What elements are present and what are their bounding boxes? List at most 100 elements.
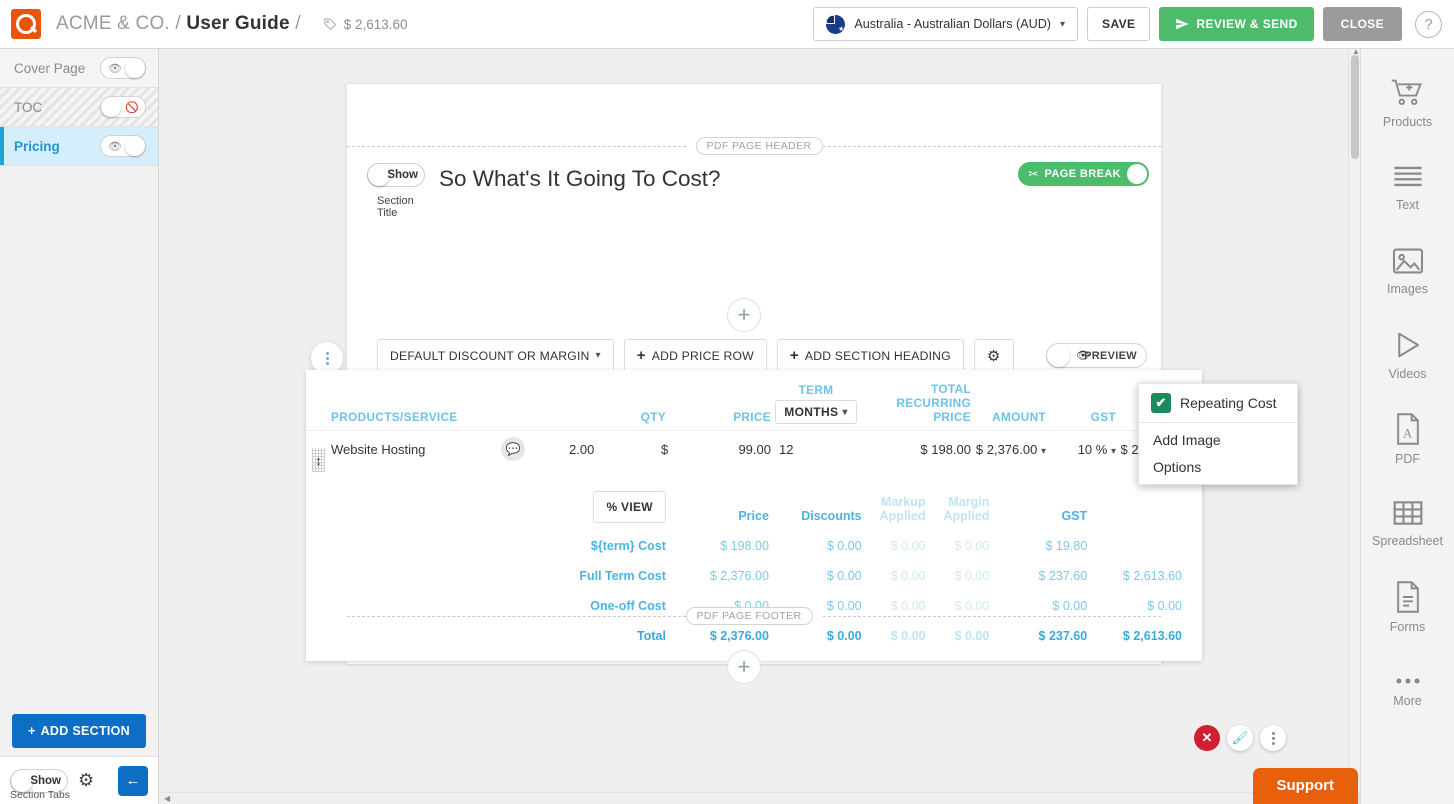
- add-block-button-bottom[interactable]: +: [727, 650, 761, 684]
- section-list: Cover Page 👁 TOC 🚫 Pricing 👁: [0, 49, 158, 166]
- add-section-heading-button[interactable]: + ADD SECTION HEADING: [777, 339, 964, 372]
- default-discount-or-margin-dropdown[interactable]: DEFAULT DISCOUNT OR MARGIN ▾: [377, 339, 614, 372]
- pricing-table: PRODUCTS/SERVICE QTY PRICE TERM MONTHS ▾: [306, 382, 1202, 469]
- add-section-button[interactable]: + ADD SECTION: [12, 714, 146, 748]
- rail-label: Spreadsheet: [1372, 534, 1443, 548]
- save-button[interactable]: SAVE: [1087, 7, 1150, 41]
- chevron-down-icon: ▾: [842, 407, 847, 418]
- breadcrumb-company[interactable]: ACME & CO. /: [56, 13, 186, 34]
- horizontal-scrollbar[interactable]: ◀: [159, 792, 1348, 804]
- vertical-scroll-thumb[interactable]: [1351, 55, 1359, 159]
- summary-total-total: $ 2,613.60: [1087, 621, 1182, 651]
- grid-icon: [1392, 499, 1424, 527]
- cell-term[interactable]: 12: [771, 431, 861, 470]
- summary-row-total: Total $ 2,376.00 $ 0.00 $ 0.00 $ 0.00 $ …: [326, 621, 1182, 651]
- pdf-icon: A: [1393, 413, 1423, 445]
- support-button[interactable]: Support: [1253, 768, 1359, 804]
- cell-amount-value: $ 2,376.00: [976, 442, 1037, 457]
- sidebar-item-pricing[interactable]: Pricing 👁: [0, 127, 158, 166]
- cell-amount[interactable]: $ 2,376.00 ▾: [971, 431, 1046, 470]
- pricing-settings-button[interactable]: ⚙: [974, 339, 1014, 372]
- col-amount: AMOUNT: [971, 382, 1046, 431]
- chevron-down-icon: ▾: [596, 350, 601, 361]
- add-price-row-button[interactable]: + ADD PRICE ROW: [624, 339, 767, 372]
- comment-bubble-icon[interactable]: 💬: [501, 437, 525, 461]
- left-sidebar-footer: Show Section Tabs ⚙ ←: [0, 756, 158, 804]
- section-title-show-toggle[interactable]: Show: [367, 163, 425, 187]
- chevron-down-icon: ▾: [1111, 446, 1116, 457]
- cell-price[interactable]: $ 99.00: [666, 431, 771, 470]
- eye-icon: 👁: [108, 140, 122, 153]
- rail-item-forms[interactable]: Forms: [1361, 565, 1454, 649]
- menu-item-options[interactable]: Options: [1139, 457, 1297, 484]
- cell-gst[interactable]: 10 % ▾: [1046, 431, 1116, 470]
- delete-row-button[interactable]: ✕: [1194, 725, 1220, 751]
- rail-item-images[interactable]: Images: [1361, 229, 1454, 313]
- breadcrumb: ACME & CO. / User Guide /: [56, 13, 301, 35]
- summary-row-term-cost: ${term} Cost $ 198.00 $ 0.00 $ 0.00 $ 0.…: [326, 531, 1182, 561]
- cell-qty[interactable]: 💬 2.00: [561, 431, 666, 470]
- collapse-sidebar-button[interactable]: ←: [118, 766, 148, 796]
- table-row[interactable]: Website Hosting 💬 2.00 $ 99.00 12 $ 198.…: [306, 431, 1202, 470]
- currency-selector[interactable]: Australia - Australian Dollars (AUD) ▾: [813, 7, 1078, 41]
- col-total-recurring-price: TOTAL RECURRING PRICE: [861, 382, 971, 431]
- help-icon[interactable]: ?: [1415, 11, 1442, 38]
- text-lines-icon: [1391, 163, 1425, 191]
- col-price: PRICE: [666, 382, 771, 431]
- close-button[interactable]: CLOSE: [1323, 7, 1402, 41]
- rail-item-spreadsheet[interactable]: Spreadsheet: [1361, 481, 1454, 565]
- doc-value-tag: $ 2,613.60: [323, 17, 408, 32]
- rail-item-products[interactable]: Products: [1361, 61, 1454, 145]
- plus-icon: +: [28, 724, 36, 738]
- col-total-recurring-line2: PRICE: [861, 410, 971, 424]
- cell-recurring-price: $ 198.00: [861, 431, 971, 470]
- rail-item-pdf[interactable]: A PDF: [1361, 397, 1454, 481]
- summary-total-gst: $ 237.60: [989, 621, 1087, 651]
- page-break-toggle[interactable]: ✂ PAGE BREAK: [1018, 162, 1149, 186]
- svg-text:A: A: [1403, 426, 1412, 440]
- style-row-button[interactable]: 🖌: [1227, 725, 1253, 751]
- term-unit-dropdown[interactable]: MONTHS ▾: [775, 400, 856, 424]
- toc-visibility-toggle[interactable]: 🚫: [100, 96, 146, 118]
- settings-gears-icon[interactable]: ⚙: [78, 770, 94, 791]
- sidebar-item-cover-page[interactable]: Cover Page 👁: [0, 49, 158, 88]
- menu-item-repeating-cost[interactable]: ✔ Repeating Cost: [1139, 384, 1297, 423]
- preview-label: PREVIEW: [1084, 350, 1137, 362]
- add-block-button-top[interactable]: +: [727, 298, 761, 332]
- rail-item-more[interactable]: More: [1361, 649, 1454, 733]
- percent-view-button[interactable]: % VIEW: [593, 491, 665, 523]
- rail-item-videos[interactable]: Videos: [1361, 313, 1454, 397]
- page-title[interactable]: So What's It Going To Cost?: [439, 166, 721, 192]
- top-bar: ACME & CO. / User Guide / $ 2,613.60 Aus…: [0, 0, 1454, 49]
- cell-price-value: 99.00: [738, 442, 771, 457]
- pricing-toolbar: DEFAULT DISCOUNT OR MARGIN ▾ + ADD PRICE…: [377, 339, 1014, 372]
- right-toolbar: Products Text Images Videos A: [1360, 49, 1454, 804]
- menu-item-add-image[interactable]: Add Image: [1139, 423, 1297, 457]
- summary-col-markup: MarkupApplied: [862, 483, 926, 531]
- review-and-send-button[interactable]: REVIEW & SEND: [1159, 7, 1313, 41]
- rail-label: Forms: [1390, 620, 1425, 634]
- cell-qty-value: 2.00: [569, 442, 594, 457]
- section-tabs-show-label: Show: [30, 775, 61, 787]
- sidebar-item-toc[interactable]: TOC 🚫: [0, 88, 158, 127]
- currency-symbol: $: [661, 442, 668, 457]
- cell-gst-value: 10 %: [1078, 442, 1108, 457]
- ellipsis-icon: [1391, 675, 1425, 687]
- scroll-left-arrow-icon[interactable]: ◀: [164, 794, 170, 803]
- row-drag-handle[interactable]: ↕: [312, 448, 325, 472]
- vertical-scrollbar[interactable]: ▲ ▼: [1348, 49, 1360, 792]
- col-gst: GST: [1046, 382, 1116, 431]
- summary-cell-discounts: $ 0.00: [769, 531, 862, 561]
- summary-total-label: Total: [326, 621, 666, 651]
- summary-body: ${term} Cost $ 198.00 $ 0.00 $ 0.00 $ 0.…: [326, 531, 1182, 651]
- rail-item-text[interactable]: Text: [1361, 145, 1454, 229]
- app-logo-icon[interactable]: [11, 9, 41, 39]
- preview-toggle[interactable]: 👁 PREVIEW: [1046, 343, 1147, 368]
- eye-off-icon: 🚫: [125, 101, 139, 114]
- summary-col-discounts: Discounts: [769, 483, 862, 531]
- breadcrumb-doc-title[interactable]: User Guide: [186, 13, 289, 34]
- summary-cell-gst: $ 19.80: [989, 531, 1087, 561]
- cover-page-visibility-toggle[interactable]: 👁: [100, 57, 146, 79]
- pricing-visibility-toggle[interactable]: 👁: [100, 135, 146, 157]
- row-more-options-button[interactable]: [1260, 725, 1286, 751]
